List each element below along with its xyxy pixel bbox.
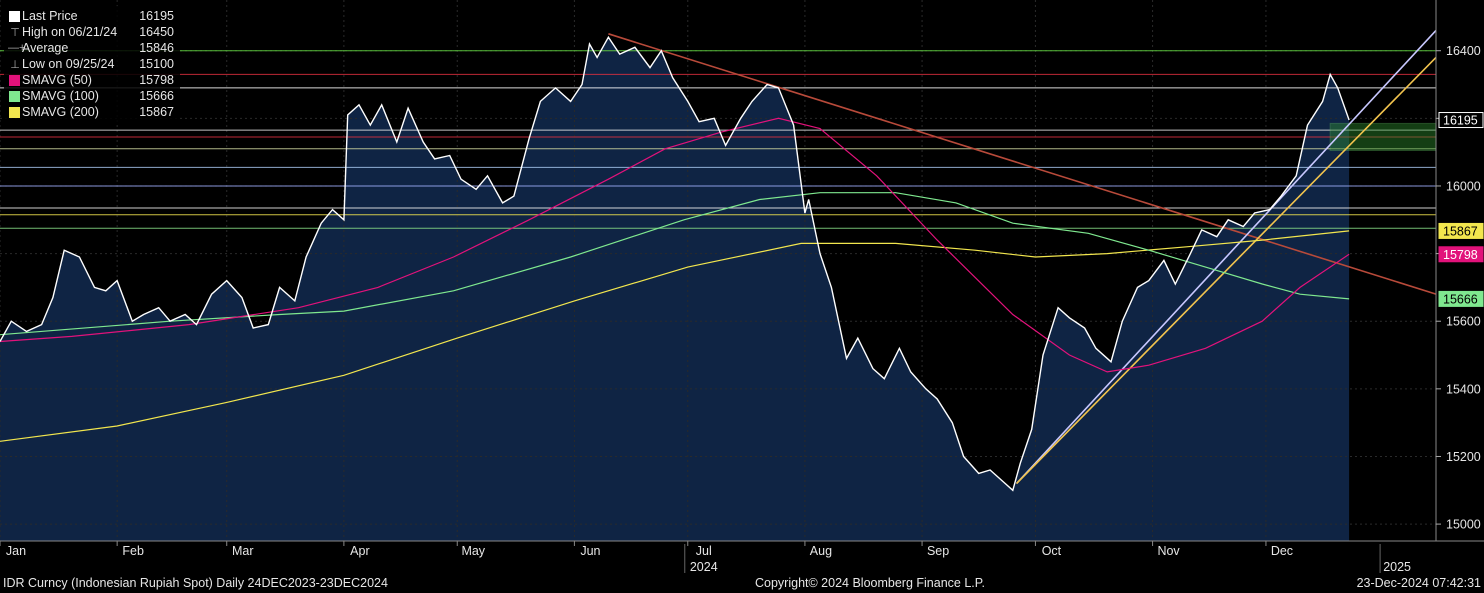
legend-value: 15798: [139, 73, 174, 87]
legend-item: ⊥ Low on 09/25/24 15100: [8, 56, 174, 72]
legend-swatch: [9, 74, 20, 86]
x-tick-label: Jan: [6, 544, 26, 558]
price-chart[interactable]: 1500015200154001560015800160001620016400…: [0, 0, 1484, 593]
legend-item: SMAVG (200) 15867: [8, 104, 174, 120]
legend-value: 15100: [139, 57, 174, 71]
price-label: 15666: [1443, 292, 1478, 306]
y-tick-label: 15200: [1446, 450, 1481, 464]
price-label: 15798: [1443, 248, 1478, 262]
x-tick-label: Oct: [1042, 544, 1062, 558]
year-label: 2024: [690, 560, 718, 574]
legend-label: Last Price: [22, 9, 78, 23]
legend-swatch: [9, 106, 20, 118]
legend-value: 15867: [139, 105, 174, 119]
x-tick-label: Jul: [696, 544, 712, 558]
avg-marker-icon: —+: [8, 42, 26, 54]
x-tick-label: Feb: [122, 544, 144, 558]
legend-item: ⊤ High on 06/21/24 16450: [8, 24, 174, 40]
legend-item: —+ Average 15846: [8, 40, 174, 56]
footer-copyright: Copyright© 2024 Bloomberg Finance L.P.: [755, 576, 985, 590]
y-tick-label: 16400: [1446, 44, 1481, 58]
legend-value: 15846: [139, 41, 174, 55]
x-tick-label: May: [461, 544, 485, 558]
x-tick-label: Jun: [580, 544, 600, 558]
chart-stage: 1500015200154001560015800160001620016400…: [0, 0, 1484, 593]
legend-value: 16195: [139, 9, 174, 23]
y-tick-label: 15600: [1446, 315, 1481, 329]
legend-label: SMAVG (50): [22, 73, 92, 87]
legend-swatch: [9, 90, 20, 102]
x-tick-label: Nov: [1157, 544, 1180, 558]
x-tick-label: Aug: [810, 544, 832, 558]
y-tick-label: 15400: [1446, 382, 1481, 396]
footer-timestamp: 23-Dec-2024 07:42:31: [1356, 576, 1481, 590]
legend-value: 16450: [139, 25, 174, 39]
price-label: 16195: [1443, 114, 1478, 128]
legend-label: High on 06/21/24: [22, 25, 118, 39]
legend-value: 15666: [139, 89, 174, 103]
legend-item: Last Price 16195: [8, 8, 174, 24]
legend-label: Low on 09/25/24: [22, 57, 115, 71]
y-tick-label: 15000: [1446, 518, 1481, 532]
year-label: 2025: [1383, 560, 1411, 574]
legend-item: SMAVG (50) 15798: [8, 72, 174, 88]
x-tick-label: Apr: [350, 544, 369, 558]
chart-legend: Last Price 16195 ⊤ High on 06/21/24 16450 —+ A…: [4, 6, 180, 123]
legend-label: SMAVG (200): [22, 105, 99, 119]
y-tick-label: 16000: [1446, 179, 1481, 193]
legend-label: Average: [22, 41, 69, 55]
x-tick-label: Sep: [927, 544, 949, 558]
x-tick-label: Dec: [1271, 544, 1293, 558]
high-marker-icon: ⊤: [10, 26, 20, 39]
price-label: 15867: [1443, 224, 1478, 238]
footer-security-info: IDR Curncy (Indonesian Rupiah Spot) Dail…: [3, 576, 388, 590]
x-tick-label: Mar: [232, 544, 254, 558]
low-marker-icon: ⊥: [10, 58, 20, 71]
legend-label: SMAVG (100): [22, 89, 99, 103]
legend-item: SMAVG (100) 15666: [8, 88, 174, 104]
legend-swatch: [9, 10, 20, 22]
